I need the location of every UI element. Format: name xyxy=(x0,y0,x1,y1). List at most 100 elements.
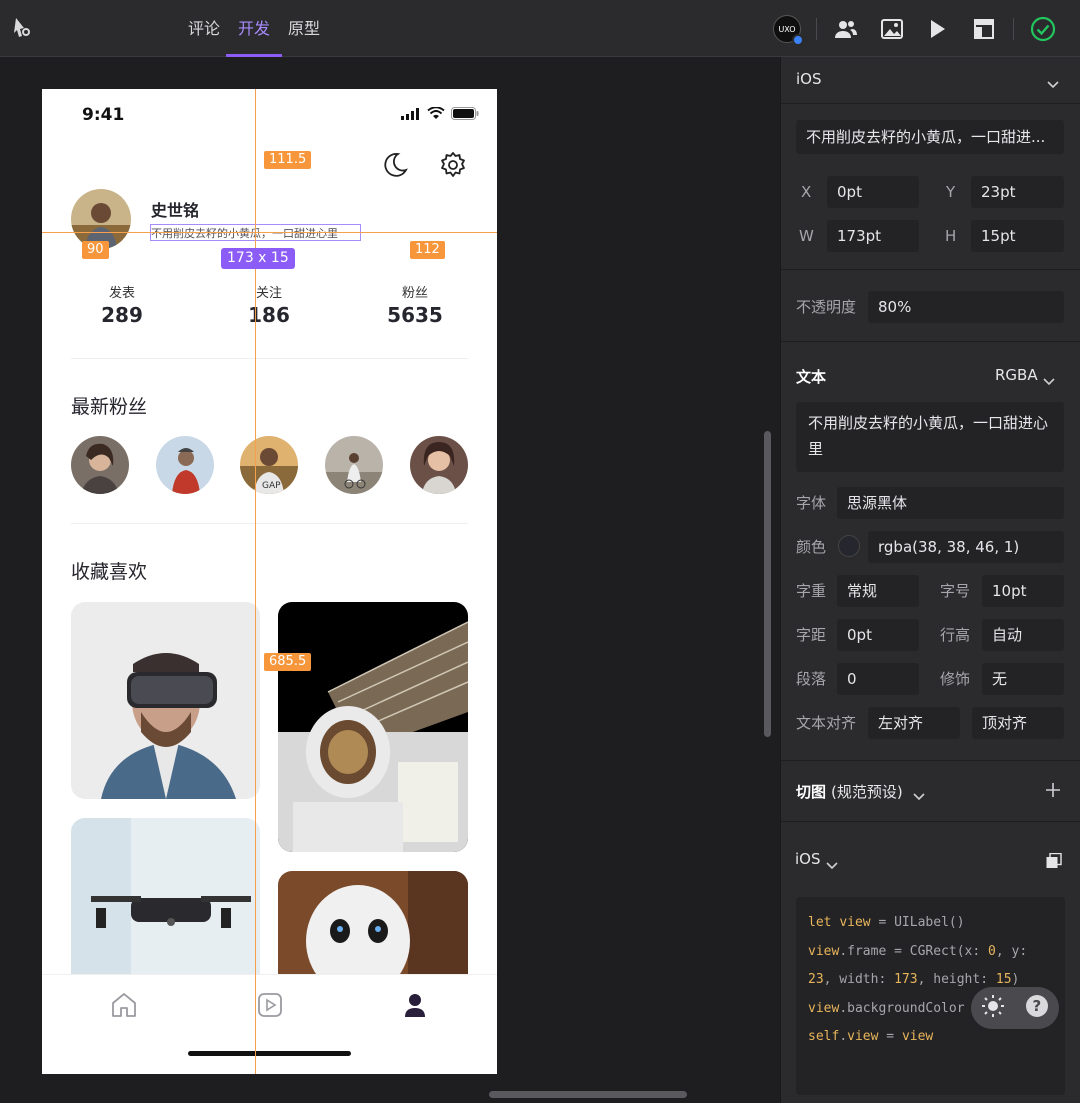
panel-divider xyxy=(781,821,1080,822)
battery-icon xyxy=(451,107,479,120)
panel-divider xyxy=(781,341,1080,342)
divider xyxy=(71,358,468,359)
fan-avatar[interactable] xyxy=(325,436,383,494)
add-slice-icon[interactable] xyxy=(1046,782,1060,801)
distance-top-tag: 111.5 xyxy=(264,151,312,169)
font-size-label: 字号 xyxy=(940,582,971,600)
stat-label: 粉丝 xyxy=(401,286,428,301)
copy-icon[interactable] xyxy=(1046,852,1062,873)
tab-prototype[interactable]: 原型 xyxy=(288,0,320,57)
h-field[interactable]: 15pt xyxy=(971,220,1064,252)
gear-icon[interactable] xyxy=(439,151,469,181)
canvas-horizontal-scrollbar[interactable] xyxy=(489,1091,687,1098)
fan-avatar[interactable] xyxy=(156,436,214,494)
decoration-label: 修饰 xyxy=(940,670,971,688)
chevron-down-icon[interactable] xyxy=(826,855,838,874)
play-icon[interactable] xyxy=(915,14,961,44)
top-toolbar: 评论 开发 原型 UXO xyxy=(0,0,1080,57)
font-field[interactable]: 思源黑体 xyxy=(837,487,1064,519)
slice-section-heading: 切图 xyxy=(796,783,827,801)
help-icon[interactable]: ? xyxy=(1025,994,1049,1022)
w-field[interactable]: 173pt xyxy=(827,220,919,252)
check-circle-icon[interactable] xyxy=(1020,14,1066,44)
align-horizontal-field[interactable]: 左对齐 xyxy=(868,707,960,739)
favorite-card[interactable] xyxy=(278,602,468,852)
stat-label: 关注 xyxy=(255,286,282,301)
color-field[interactable]: rgba(38, 38, 46, 1) xyxy=(868,531,1064,563)
fans-section-title: 最新粉丝 xyxy=(71,396,148,418)
tab-comment[interactable]: 评论 xyxy=(188,0,220,57)
code-platform-select[interactable]: iOS xyxy=(795,850,821,868)
artboard-profile[interactable]: 9:41 史世铭 不用削皮去籽的小黄瓜，一口甜进心里 发表 289 关注 186… xyxy=(42,89,497,1074)
stat-fans[interactable]: 粉丝 5635 xyxy=(380,282,450,327)
layer-name-field[interactable]: 不用削皮去籽的小黄瓜，一口甜进... xyxy=(796,120,1064,154)
decoration-field[interactable]: 无 xyxy=(982,663,1064,695)
toolbar-divider xyxy=(1013,18,1014,40)
image-icon[interactable] xyxy=(869,14,915,44)
home-icon[interactable] xyxy=(110,991,138,1023)
line-height-field[interactable]: 自动 xyxy=(982,619,1064,651)
stat-following[interactable]: 关注 186 xyxy=(239,282,299,327)
paragraph-label: 段落 xyxy=(796,670,827,688)
platform-select-label[interactable]: iOS xyxy=(796,70,822,88)
status-icons xyxy=(401,107,479,120)
divider xyxy=(71,523,468,524)
slice-preset-select[interactable]: (规范预设) xyxy=(831,781,903,802)
font-size-field[interactable]: 10pt xyxy=(982,575,1064,607)
fan-avatar[interactable]: GAP xyxy=(240,436,298,494)
color-swatch[interactable] xyxy=(838,535,860,557)
sun-icon[interactable] xyxy=(981,995,1004,1021)
w-label: W xyxy=(799,227,814,245)
chevron-down-icon[interactable] xyxy=(1047,74,1059,93)
profile-avatar[interactable] xyxy=(71,189,131,249)
fan-avatar[interactable] xyxy=(71,436,129,494)
x-field[interactable]: 0pt xyxy=(827,176,919,208)
weight-label: 字重 xyxy=(796,582,827,600)
h-label: H xyxy=(945,227,957,245)
opacity-field[interactable]: 80% xyxy=(868,291,1064,323)
favorite-card[interactable] xyxy=(71,602,260,799)
moon-icon[interactable] xyxy=(381,151,411,181)
letter-spacing-field[interactable]: 0pt xyxy=(837,619,919,651)
video-icon[interactable] xyxy=(256,991,284,1023)
fan-avatar[interactable] xyxy=(410,436,468,494)
team-icon[interactable] xyxy=(823,14,869,44)
code-line: let view = UILabel() xyxy=(808,915,965,930)
text-align-label: 文本对齐 xyxy=(796,714,857,732)
measure-guide-vertical xyxy=(255,89,256,1074)
chevron-down-icon[interactable] xyxy=(913,786,925,805)
measure-guide-horizontal xyxy=(42,232,497,233)
y-field[interactable]: 23pt xyxy=(971,176,1064,208)
weight-field[interactable]: 常规 xyxy=(837,575,919,607)
toolbar-actions: UXO xyxy=(764,14,1066,46)
favorite-card[interactable] xyxy=(278,871,468,991)
color-label: 颜色 xyxy=(796,538,827,556)
avatar: UXO xyxy=(773,15,804,46)
distance-right-tag: 112 xyxy=(410,241,445,259)
favorite-card[interactable] xyxy=(71,818,260,988)
tab-develop[interactable]: 开发 xyxy=(226,0,283,57)
panel-divider xyxy=(781,103,1080,104)
distance-bottom-tag: 685.5 xyxy=(264,653,312,671)
stat-posts[interactable]: 发表 289 xyxy=(92,282,152,327)
opacity-label: 不透明度 xyxy=(796,298,857,316)
layout-icon[interactable] xyxy=(961,14,1007,44)
x-label: X xyxy=(801,183,812,201)
chevron-down-icon[interactable] xyxy=(1043,371,1055,390)
inspector-panel: iOS 不用削皮去籽的小黄瓜，一口甜进... X 0pt Y 23pt W 17… xyxy=(780,57,1080,1103)
user-avatar-button[interactable]: UXO xyxy=(764,14,810,46)
stat-value: 5635 xyxy=(387,303,443,327)
home-indicator xyxy=(188,1051,351,1056)
mode-tabs: 评论 开发 原型 xyxy=(188,0,320,57)
profile-icon[interactable] xyxy=(401,991,429,1023)
toolbar-divider xyxy=(816,18,817,40)
text-content-field[interactable]: 不用削皮去籽的小黄瓜，一口甜进心里 xyxy=(796,402,1064,472)
panel-divider xyxy=(781,269,1080,270)
stat-value: 289 xyxy=(101,303,143,327)
paragraph-field[interactable]: 0 xyxy=(837,663,919,695)
align-vertical-field[interactable]: 顶对齐 xyxy=(972,707,1064,739)
color-mode-select[interactable]: RGBA xyxy=(995,366,1038,384)
canvas-vertical-scrollbar[interactable] xyxy=(764,431,771,737)
line-height-label: 行高 xyxy=(940,626,971,644)
app-logo-icon[interactable] xyxy=(12,16,36,40)
